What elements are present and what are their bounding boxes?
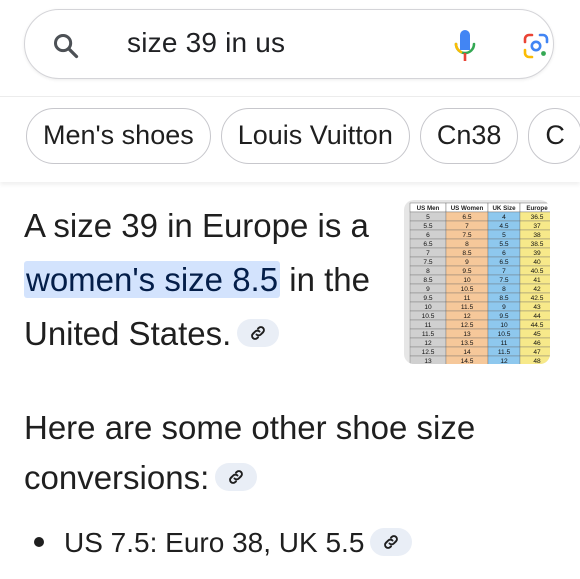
search-query[interactable]: size 39 in us [127,27,285,59]
table-cell-value: 39 [533,250,541,257]
chip-mens-shoes[interactable]: Men's shoes [26,108,211,164]
table-cell-value: 9.5 [462,268,471,275]
table-cell-value: 47 [533,349,541,356]
link-icon [384,534,399,549]
table-cell-value: 12 [424,340,432,347]
table-cell-value: 36.5 [531,214,544,221]
table-cell-value: 8 [426,268,430,275]
table-cell-value: 11.5 [461,304,474,311]
table-cell-value: 7.5 [423,259,432,266]
table-cell-value: 14 [463,349,471,356]
table-cell-value: 8.5 [499,295,508,302]
table-cell-value: 10 [500,322,508,329]
table-cell-value: 9 [465,259,469,266]
answer-highlight: women's size 8.5 [24,261,281,298]
source-link-button[interactable] [370,527,413,556]
table-cell-value: 14.5 [461,358,474,364]
table-cell-value: 40 [533,259,541,266]
table-cell-value: 11 [425,322,432,329]
table-cell-value: 11.5 [422,331,435,338]
chip-partial[interactable]: C [528,108,580,164]
table-cell-value: 46 [533,340,541,347]
source-link-button[interactable] [215,463,258,492]
table-header-label: US Men [417,205,440,212]
source-link-button[interactable] [237,319,280,348]
table-cell-value: 9 [502,304,506,311]
table-cell-value: 5.5 [423,223,432,230]
table-cell-value: 10.5 [422,313,435,320]
bullet-text: US 7.5: Euro 38, UK 5.5 [64,527,365,558]
table-cell-value: 10 [463,277,471,284]
more-conversions-heading: Here are some other shoe size conversion… [24,403,564,503]
table-cell-value: 5.5 [499,241,508,248]
table-header-label: Europe [526,205,548,212]
table-cell-value: 37 [533,223,541,230]
search-icon[interactable] [52,32,80,60]
table-cell-value: 4 [502,214,506,221]
table-cell-value: 10.5 [461,286,474,293]
table-cell-value: 7 [465,223,469,230]
table-cell-value: 13.5 [461,340,474,347]
table-cell-value: 38.5 [531,241,544,248]
table-cell-value: 42 [533,286,541,293]
table-cell-value: 5 [426,214,430,221]
table-cell-value: 13 [424,358,432,364]
table-cell-value: 4.5 [499,223,508,230]
table-cell-value: 7 [426,250,430,257]
table-cell-value: 38 [533,232,541,239]
table-cell-value: 41 [533,277,541,284]
table-cell-value: 11.5 [498,349,511,356]
chip-cn38[interactable]: Cn38 [419,108,519,164]
table-cell-value: 12 [500,358,508,364]
table-cell-value: 44.5 [531,322,544,329]
answer-prefix: A size 39 in Europe is a [24,207,369,244]
table-cell-value: 7.5 [499,277,508,284]
table-cell-value: 6 [502,250,506,257]
table-cell-value: 12.5 [461,322,474,329]
table-cell-value: 12.5 [422,349,435,356]
table-cell-value: 8 [465,241,469,248]
list-item: US 7.5: Euro 38, UK 5.5 [34,523,413,563]
table-cell-value: 10 [424,304,432,311]
table-cell-value: 42.5 [531,295,544,302]
size-chart-image[interactable]: US Men US Women UK Size Europe 5 6.5 4 36.5 5.5 7… [404,200,550,364]
featured-answer: A size 39 in Europe is a women's size 8.… [24,199,394,361]
table-cell-value: 9 [426,286,430,293]
table-cell-value: 9.5 [423,295,432,302]
table-cell-value: 43 [533,304,541,311]
table-cell-value: 8.5 [462,250,471,257]
mic-icon[interactable] [453,29,477,63]
link-icon [229,470,244,485]
table-cell-value: 6.5 [423,241,432,248]
table-cell-value: 8 [502,286,506,293]
table-cell-value: 45 [533,331,541,338]
table-cell-value: 13 [463,331,471,338]
table-cell-value: 6.5 [499,259,508,266]
table-cell-value: 6 [426,232,430,239]
table-cell-value: 11 [501,340,508,347]
chip-louis-vuitton[interactable]: Louis Vuitton [220,108,410,164]
filter-chip-bar: Men's shoes Louis Vuitton Cn38 C [0,96,580,182]
table-cell-value: 9.5 [499,313,508,320]
table-cell-value: 11 [464,295,471,302]
table-cell-value: 5 [502,232,506,239]
search-bar[interactable]: size 39 in us [24,9,554,79]
table-cell-value: 8.5 [423,277,432,284]
table-cell-value: 10.5 [498,331,511,338]
table-cell-value: 44 [533,313,541,320]
google-lens-icon[interactable] [522,32,550,60]
table-cell-value: 6.5 [462,214,471,221]
table-cell-value: 7 [502,268,506,275]
table-cell-value: 7.5 [462,232,471,239]
size-conversion-table: US Men US Women UK Size Europe5 6.5 4 36.55.5 7… [409,202,550,364]
table-cell-value: 48 [533,358,541,364]
table-header-label: UK Size [492,205,516,212]
table-cell-value: 12 [463,313,471,320]
link-icon [251,326,266,341]
bullet-dot [34,536,44,547]
table-cell-value: 40.5 [531,268,544,275]
table-header-label: US Women [451,205,484,212]
